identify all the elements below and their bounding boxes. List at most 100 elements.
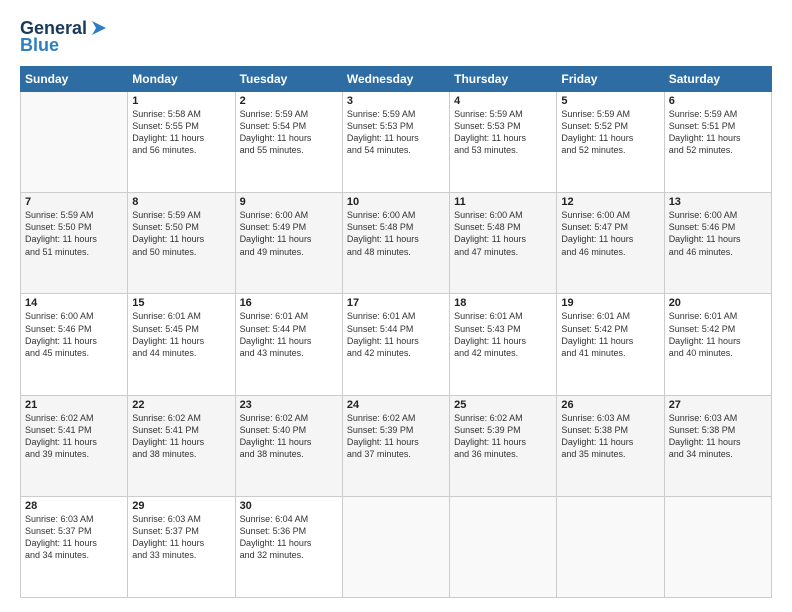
day-info: Sunrise: 6:01 AMSunset: 5:44 PMDaylight:… — [240, 310, 338, 359]
week-row-1: 1Sunrise: 5:58 AMSunset: 5:55 PMDaylight… — [21, 92, 772, 193]
day-number: 25 — [454, 399, 552, 411]
logo: General Blue — [20, 18, 110, 56]
day-number: 24 — [347, 399, 445, 411]
day-number: 28 — [25, 500, 123, 512]
day-number: 16 — [240, 297, 338, 309]
day-info: Sunrise: 6:02 AMSunset: 5:41 PMDaylight:… — [132, 412, 230, 461]
day-number: 2 — [240, 95, 338, 107]
day-number: 30 — [240, 500, 338, 512]
calendar-cell: 25Sunrise: 6:02 AMSunset: 5:39 PMDayligh… — [450, 395, 557, 496]
day-number: 29 — [132, 500, 230, 512]
day-number: 6 — [669, 95, 767, 107]
header-cell-tuesday: Tuesday — [235, 67, 342, 92]
day-number: 23 — [240, 399, 338, 411]
header-cell-saturday: Saturday — [664, 67, 771, 92]
day-info: Sunrise: 6:02 AMSunset: 5:40 PMDaylight:… — [240, 412, 338, 461]
calendar-cell: 18Sunrise: 6:01 AMSunset: 5:43 PMDayligh… — [450, 294, 557, 395]
calendar-cell: 9Sunrise: 6:00 AMSunset: 5:49 PMDaylight… — [235, 193, 342, 294]
day-info: Sunrise: 6:03 AMSunset: 5:38 PMDaylight:… — [669, 412, 767, 461]
day-info: Sunrise: 6:01 AMSunset: 5:43 PMDaylight:… — [454, 310, 552, 359]
page: General Blue SundayMondayTuesdayWednesda… — [0, 0, 792, 612]
day-number: 19 — [561, 297, 659, 309]
calendar-cell: 22Sunrise: 6:02 AMSunset: 5:41 PMDayligh… — [128, 395, 235, 496]
header-row: SundayMondayTuesdayWednesdayThursdayFrid… — [21, 67, 772, 92]
day-info: Sunrise: 6:03 AMSunset: 5:37 PMDaylight:… — [132, 513, 230, 562]
day-info: Sunrise: 5:59 AMSunset: 5:53 PMDaylight:… — [347, 108, 445, 157]
calendar-cell: 1Sunrise: 5:58 AMSunset: 5:55 PMDaylight… — [128, 92, 235, 193]
day-number: 5 — [561, 95, 659, 107]
day-info: Sunrise: 6:01 AMSunset: 5:42 PMDaylight:… — [561, 310, 659, 359]
calendar-cell: 17Sunrise: 6:01 AMSunset: 5:44 PMDayligh… — [342, 294, 449, 395]
calendar-cell: 12Sunrise: 6:00 AMSunset: 5:47 PMDayligh… — [557, 193, 664, 294]
day-number: 26 — [561, 399, 659, 411]
calendar-table: SundayMondayTuesdayWednesdayThursdayFrid… — [20, 66, 772, 598]
header-cell-monday: Monday — [128, 67, 235, 92]
header-cell-thursday: Thursday — [450, 67, 557, 92]
day-info: Sunrise: 5:59 AMSunset: 5:50 PMDaylight:… — [132, 209, 230, 258]
calendar-header: SundayMondayTuesdayWednesdayThursdayFrid… — [21, 67, 772, 92]
header: General Blue — [20, 18, 772, 56]
day-number: 17 — [347, 297, 445, 309]
calendar-cell: 20Sunrise: 6:01 AMSunset: 5:42 PMDayligh… — [664, 294, 771, 395]
week-row-3: 14Sunrise: 6:00 AMSunset: 5:46 PMDayligh… — [21, 294, 772, 395]
day-number: 22 — [132, 399, 230, 411]
day-number: 18 — [454, 297, 552, 309]
day-number: 9 — [240, 196, 338, 208]
day-info: Sunrise: 6:02 AMSunset: 5:39 PMDaylight:… — [454, 412, 552, 461]
day-number: 20 — [669, 297, 767, 309]
calendar-cell: 21Sunrise: 6:02 AMSunset: 5:41 PMDayligh… — [21, 395, 128, 496]
calendar-cell — [342, 496, 449, 597]
calendar-cell: 5Sunrise: 5:59 AMSunset: 5:52 PMDaylight… — [557, 92, 664, 193]
day-number: 27 — [669, 399, 767, 411]
calendar-cell: 10Sunrise: 6:00 AMSunset: 5:48 PMDayligh… — [342, 193, 449, 294]
day-number: 4 — [454, 95, 552, 107]
day-info: Sunrise: 6:02 AMSunset: 5:41 PMDaylight:… — [25, 412, 123, 461]
day-info: Sunrise: 5:59 AMSunset: 5:52 PMDaylight:… — [561, 108, 659, 157]
day-info: Sunrise: 6:01 AMSunset: 5:42 PMDaylight:… — [669, 310, 767, 359]
calendar-cell: 4Sunrise: 5:59 AMSunset: 5:53 PMDaylight… — [450, 92, 557, 193]
calendar-cell: 27Sunrise: 6:03 AMSunset: 5:38 PMDayligh… — [664, 395, 771, 496]
day-info: Sunrise: 6:03 AMSunset: 5:38 PMDaylight:… — [561, 412, 659, 461]
day-info: Sunrise: 6:00 AMSunset: 5:46 PMDaylight:… — [669, 209, 767, 258]
week-row-4: 21Sunrise: 6:02 AMSunset: 5:41 PMDayligh… — [21, 395, 772, 496]
calendar-cell: 30Sunrise: 6:04 AMSunset: 5:36 PMDayligh… — [235, 496, 342, 597]
calendar-cell — [21, 92, 128, 193]
calendar-cell — [450, 496, 557, 597]
week-row-2: 7Sunrise: 5:59 AMSunset: 5:50 PMDaylight… — [21, 193, 772, 294]
day-info: Sunrise: 5:58 AMSunset: 5:55 PMDaylight:… — [132, 108, 230, 157]
day-info: Sunrise: 6:01 AMSunset: 5:45 PMDaylight:… — [132, 310, 230, 359]
day-number: 10 — [347, 196, 445, 208]
day-number: 1 — [132, 95, 230, 107]
day-number: 7 — [25, 196, 123, 208]
logo-arrow-icon — [88, 17, 110, 39]
day-number: 15 — [132, 297, 230, 309]
header-cell-friday: Friday — [557, 67, 664, 92]
day-info: Sunrise: 6:00 AMSunset: 5:48 PMDaylight:… — [454, 209, 552, 258]
calendar-cell: 13Sunrise: 6:00 AMSunset: 5:46 PMDayligh… — [664, 193, 771, 294]
day-number: 13 — [669, 196, 767, 208]
calendar-cell: 7Sunrise: 5:59 AMSunset: 5:50 PMDaylight… — [21, 193, 128, 294]
calendar-cell: 15Sunrise: 6:01 AMSunset: 5:45 PMDayligh… — [128, 294, 235, 395]
day-info: Sunrise: 6:03 AMSunset: 5:37 PMDaylight:… — [25, 513, 123, 562]
day-number: 14 — [25, 297, 123, 309]
day-number: 3 — [347, 95, 445, 107]
calendar-cell — [664, 496, 771, 597]
day-info: Sunrise: 5:59 AMSunset: 5:54 PMDaylight:… — [240, 108, 338, 157]
day-number: 21 — [25, 399, 123, 411]
calendar-cell: 23Sunrise: 6:02 AMSunset: 5:40 PMDayligh… — [235, 395, 342, 496]
calendar-cell: 29Sunrise: 6:03 AMSunset: 5:37 PMDayligh… — [128, 496, 235, 597]
day-info: Sunrise: 6:00 AMSunset: 5:47 PMDaylight:… — [561, 209, 659, 258]
calendar-cell: 16Sunrise: 6:01 AMSunset: 5:44 PMDayligh… — [235, 294, 342, 395]
day-info: Sunrise: 5:59 AMSunset: 5:51 PMDaylight:… — [669, 108, 767, 157]
week-row-5: 28Sunrise: 6:03 AMSunset: 5:37 PMDayligh… — [21, 496, 772, 597]
calendar-cell: 2Sunrise: 5:59 AMSunset: 5:54 PMDaylight… — [235, 92, 342, 193]
day-info: Sunrise: 6:01 AMSunset: 5:44 PMDaylight:… — [347, 310, 445, 359]
calendar-cell: 11Sunrise: 6:00 AMSunset: 5:48 PMDayligh… — [450, 193, 557, 294]
calendar-cell: 8Sunrise: 5:59 AMSunset: 5:50 PMDaylight… — [128, 193, 235, 294]
header-cell-wednesday: Wednesday — [342, 67, 449, 92]
day-number: 12 — [561, 196, 659, 208]
day-info: Sunrise: 6:00 AMSunset: 5:48 PMDaylight:… — [347, 209, 445, 258]
calendar-cell: 19Sunrise: 6:01 AMSunset: 5:42 PMDayligh… — [557, 294, 664, 395]
calendar-body: 1Sunrise: 5:58 AMSunset: 5:55 PMDaylight… — [21, 92, 772, 598]
day-info: Sunrise: 5:59 AMSunset: 5:50 PMDaylight:… — [25, 209, 123, 258]
